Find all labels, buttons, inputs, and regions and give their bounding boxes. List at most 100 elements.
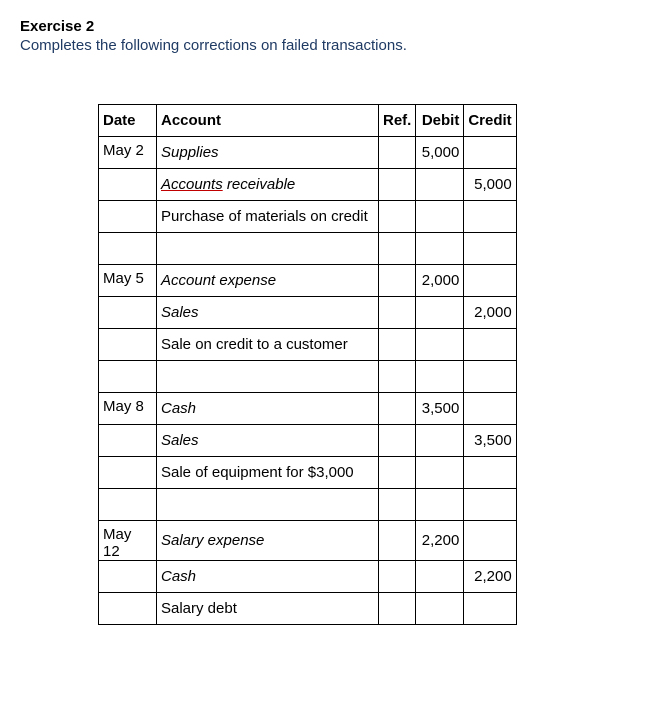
cell-ref [379, 593, 416, 625]
cell-account: Supplies [157, 137, 379, 169]
table-row: Sale of equipment for $3,000 [99, 457, 517, 489]
cell-ref [379, 561, 416, 593]
cell-date [99, 361, 157, 393]
cell-credit [464, 201, 516, 233]
cell-date [99, 169, 157, 201]
cell-ref [379, 457, 416, 489]
cell-account [157, 233, 379, 265]
cell-date [99, 329, 157, 361]
cell-debit: 5,000 [416, 137, 464, 169]
cell-credit [464, 489, 516, 521]
table-row: Accounts receivable 5,000 [99, 169, 517, 201]
cell-debit [416, 233, 464, 265]
cell-credit: 2,000 [464, 297, 516, 329]
header-date: Date [99, 105, 157, 137]
cell-date [99, 201, 157, 233]
table-row [99, 489, 517, 521]
cell-ref [379, 233, 416, 265]
cell-credit [464, 457, 516, 489]
journal-table: Date Account Ref. Debit Credit May 2 Sup… [98, 104, 517, 625]
cell-account: Purchase of materials on credit [157, 201, 379, 233]
table-row: Sales 3,500 [99, 425, 517, 457]
cell-account [157, 361, 379, 393]
cell-date [99, 297, 157, 329]
cell-debit [416, 361, 464, 393]
cell-ref [379, 297, 416, 329]
underlined-word: Accounts [161, 176, 223, 193]
cell-ref [379, 265, 416, 297]
cell-debit [416, 297, 464, 329]
cell-ref [379, 169, 416, 201]
cell-account: Sale on credit to a customer [157, 329, 379, 361]
cell-ref [379, 489, 416, 521]
cell-debit [416, 561, 464, 593]
cell-date [99, 425, 157, 457]
cell-debit [416, 457, 464, 489]
cell-ref [379, 361, 416, 393]
table-row: Sales 2,000 [99, 297, 517, 329]
cell-date: May 8 [99, 393, 157, 425]
cell-account: Sale of equipment for $3,000 [157, 457, 379, 489]
cell-credit [464, 265, 516, 297]
cell-debit [416, 593, 464, 625]
cell-debit [416, 169, 464, 201]
table-row: Salary debt [99, 593, 517, 625]
cell-credit [464, 137, 516, 169]
cell-credit [464, 593, 516, 625]
cell-ref [379, 425, 416, 457]
cell-account: Sales [157, 425, 379, 457]
cell-credit [464, 233, 516, 265]
cell-account: Salary debt [157, 593, 379, 625]
table-row: Purchase of materials on credit [99, 201, 517, 233]
cell-date [99, 457, 157, 489]
cell-date: May 5 [99, 265, 157, 297]
cell-debit [416, 425, 464, 457]
cell-date: May 12 [99, 521, 157, 561]
cell-credit [464, 361, 516, 393]
cell-credit: 3,500 [464, 425, 516, 457]
cell-debit: 3,500 [416, 393, 464, 425]
cell-ref [379, 521, 416, 561]
cell-account: Cash [157, 561, 379, 593]
cell-account: Account expense [157, 265, 379, 297]
header-ref: Ref. [379, 105, 416, 137]
header-row: Date Account Ref. Debit Credit [99, 105, 517, 137]
cell-date [99, 593, 157, 625]
cell-date [99, 233, 157, 265]
cell-debit: 2,000 [416, 265, 464, 297]
cell-account: Cash [157, 393, 379, 425]
table-row: May 12 Salary expense 2,200 [99, 521, 517, 561]
cell-credit: 2,200 [464, 561, 516, 593]
table-row [99, 233, 517, 265]
header-credit: Credit [464, 105, 516, 137]
cell-credit: 5,000 [464, 169, 516, 201]
cell-debit [416, 201, 464, 233]
cell-credit [464, 393, 516, 425]
table-row: Cash 2,200 [99, 561, 517, 593]
cell-date [99, 489, 157, 521]
table-row [99, 361, 517, 393]
table-row: Sale on credit to a customer [99, 329, 517, 361]
cell-date: May 2 [99, 137, 157, 169]
cell-debit [416, 489, 464, 521]
account-rest: receivable [223, 176, 296, 193]
cell-account: Salary expense [157, 521, 379, 561]
cell-ref [379, 137, 416, 169]
cell-ref [379, 393, 416, 425]
cell-credit [464, 521, 516, 561]
header-debit: Debit [416, 105, 464, 137]
header-account: Account [157, 105, 379, 137]
table-row: May 2 Supplies 5,000 [99, 137, 517, 169]
cell-debit: 2,200 [416, 521, 464, 561]
cell-date [99, 561, 157, 593]
table-row: May 8 Cash 3,500 [99, 393, 517, 425]
cell-debit [416, 329, 464, 361]
cell-ref [379, 329, 416, 361]
cell-ref [379, 201, 416, 233]
cell-account: Sales [157, 297, 379, 329]
cell-account [157, 489, 379, 521]
exercise-subtitle: Completes the following corrections on f… [20, 37, 630, 54]
cell-credit [464, 329, 516, 361]
cell-account: Accounts receivable [157, 169, 379, 201]
exercise-title: Exercise 2 [20, 18, 630, 35]
